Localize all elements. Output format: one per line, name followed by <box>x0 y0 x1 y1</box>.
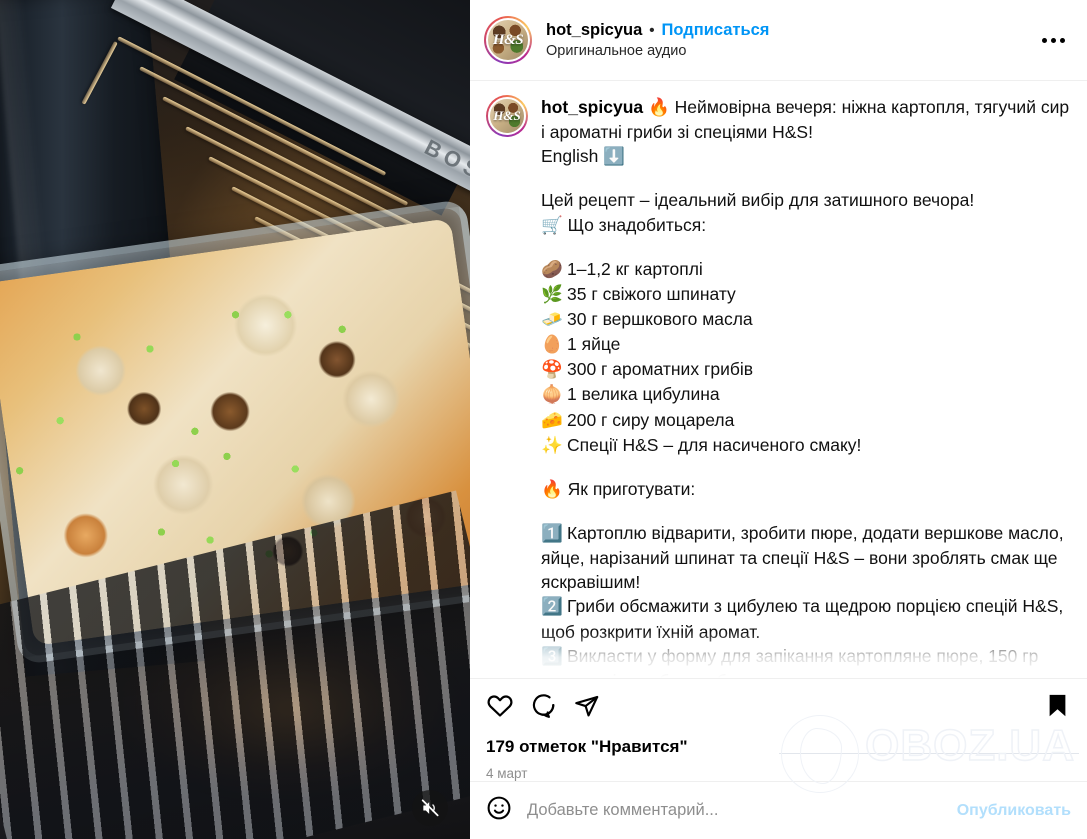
ingredient-item: 🥔 1–1,2 кг картоплі <box>541 257 1071 282</box>
ingredient-label: 1 яйце <box>567 334 621 355</box>
ingredient-label: 1 велика цибулина <box>567 384 720 405</box>
recipe-step: 3️⃣ Викласти у форму для запікання картоп… <box>541 646 1038 678</box>
caption-spacer-4 <box>541 502 1071 521</box>
recipe-step: 2️⃣ Гриби обсмажити з цибулею та щедрою п… <box>541 596 1063 641</box>
instagram-post: BOSCH H&S hot_spicyua • Подписаться Ориг… <box>0 0 1087 839</box>
avatar-initials: H&S <box>492 31 524 48</box>
post-sidebar: H&S hot_spicyua • Подписаться Оригинальн… <box>470 0 1087 839</box>
caption-tagline: Цей рецепт – ідеальний вибір для затишно… <box>541 190 975 211</box>
likes-count[interactable]: 179 отметок "Нравится" <box>486 737 1071 757</box>
number-three-icon: 3️⃣ <box>541 646 563 667</box>
mute-toggle-button[interactable] <box>412 790 448 826</box>
ingredient-item: 🧅 1 велика цибулина <box>541 382 1071 407</box>
comment-bar: Опубликовать <box>470 781 1087 839</box>
cheese-icon: 🧀 <box>541 410 563 431</box>
caption-scroll: H&S hot_spicyua 🔥 Неймовірна вечеря: ніж… <box>470 81 1087 678</box>
ingredient-label: 300 г ароматних грибів <box>567 359 754 380</box>
caption-avatar-initials: H&S <box>493 108 521 123</box>
more-horizontal-icon <box>1041 37 1065 43</box>
caption-region[interactable]: H&S hot_spicyua 🔥 Неймовірна вечеря: ніж… <box>470 81 1087 678</box>
ingredient-item: 🍄 300 г ароматних грибів <box>541 357 1071 382</box>
ingredient-label: Спеції H&S – для насиченого смаку! <box>567 434 862 455</box>
recipe-step-text: Гриби обсмажити з цибулею та щедрою порц… <box>541 596 1064 642</box>
ingredient-label: 35 г свіжого шпинату <box>567 283 736 304</box>
header-separator: • <box>649 22 655 39</box>
save-button[interactable] <box>1044 692 1071 724</box>
smiley-face-icon <box>486 795 512 826</box>
like-button[interactable] <box>486 691 514 724</box>
caption-spacer-2 <box>541 238 1071 257</box>
caption-spacer-3 <box>541 458 1071 477</box>
arrow-down-icon: ⬇️ <box>603 147 626 168</box>
avatar[interactable]: H&S <box>484 16 532 64</box>
ingredient-label: 1–1,2 кг картоплі <box>567 258 703 279</box>
post-header: H&S hot_spicyua • Подписаться Оригинальн… <box>470 0 1087 81</box>
more-options-button[interactable] <box>1033 25 1073 55</box>
caption-row: H&S hot_spicyua 🔥 Неймовірна вечеря: ніж… <box>486 95 1071 678</box>
share-button[interactable] <box>573 692 600 724</box>
comment-input[interactable] <box>527 801 942 820</box>
comment-bubble-icon <box>530 692 557 724</box>
caption-text: hot_spicyua 🔥 Неймовірна вечеря: ніжна к… <box>541 95 1071 678</box>
caption-english-label: English <box>541 146 599 167</box>
share-paper-plane-icon <box>573 692 600 724</box>
header-username[interactable]: hot_spicyua <box>546 21 642 40</box>
ingredient-label: 200 г сиру моцарела <box>567 409 735 430</box>
butter-icon: 🧈 <box>541 309 563 330</box>
comment-button[interactable] <box>530 692 557 724</box>
header-text-block: hot_spicyua • Подписаться Оригинальное а… <box>546 21 1033 59</box>
header-username-row: hot_spicyua • Подписаться <box>546 21 1033 40</box>
audio-label[interactable]: Оригинальное аудио <box>546 43 1033 59</box>
ingredient-item: 🌿 35 г свіжого шпинату <box>541 282 1071 307</box>
action-icons-left <box>486 691 600 724</box>
onion-icon: 🧅 <box>541 385 563 406</box>
emoji-picker-button[interactable] <box>486 795 512 826</box>
potato-icon: 🥔 <box>541 259 563 280</box>
shopping-cart-icon: 🛒 <box>541 215 563 236</box>
post-date: 4 март <box>486 766 528 781</box>
action-icons-row <box>486 691 1071 724</box>
avatar-image: H&S <box>486 18 530 62</box>
ingredient-item: 🥚 1 яйце <box>541 332 1071 357</box>
caption-shopping-heading: Що знадобиться: <box>567 214 707 235</box>
ingredient-item: 🧀 200 г сиру моцарела <box>541 408 1071 433</box>
recipe-step-text: Картоплю відварити, зробити пюре, додати… <box>541 522 1064 593</box>
bookmark-filled-icon <box>1044 692 1071 724</box>
post-comment-button[interactable]: Опубликовать <box>957 802 1071 820</box>
post-actions: 179 отметок "Нравится" 4 март <box>470 678 1087 781</box>
egg-icon: 🥚 <box>541 335 563 356</box>
heart-icon <box>486 691 514 724</box>
number-two-icon: 2️⃣ <box>541 597 563 618</box>
oven-photo: BOSCH <box>0 0 470 839</box>
speaker-muted-icon <box>420 798 440 818</box>
sparkles-icon: ✨ <box>541 435 563 456</box>
number-one-icon: 1️⃣ <box>541 523 563 544</box>
recipe-step-text: Викласти у форму для запікання картоплян… <box>541 645 1039 678</box>
caption-username[interactable]: hot_spicyua <box>541 97 643 117</box>
fire-icon: 🔥 <box>648 98 670 118</box>
post-media[interactable]: BOSCH <box>0 0 470 839</box>
ingredient-label: 30 г вершкового масла <box>567 308 753 329</box>
caption-avatar-image: H&S <box>488 97 526 135</box>
herb-icon: 🌿 <box>541 284 563 305</box>
caption-howto-heading: Як приготувати: <box>567 478 696 499</box>
caption-avatar[interactable]: H&S <box>486 95 528 137</box>
ingredient-item: 🧈 30 г вершкового масла <box>541 307 1071 332</box>
mushroom-icon: 🍄 <box>541 360 563 381</box>
fire-icon-2: 🔥 <box>541 479 563 500</box>
ingredient-item: ✨ Спеції H&S – для насиченого смаку! <box>541 433 1071 458</box>
caption-spacer-1 <box>541 169 1071 188</box>
follow-button[interactable]: Подписаться <box>662 21 770 40</box>
recipe-step: 1️⃣ Картоплю відварити, зробити пюре, дод… <box>541 523 1064 592</box>
